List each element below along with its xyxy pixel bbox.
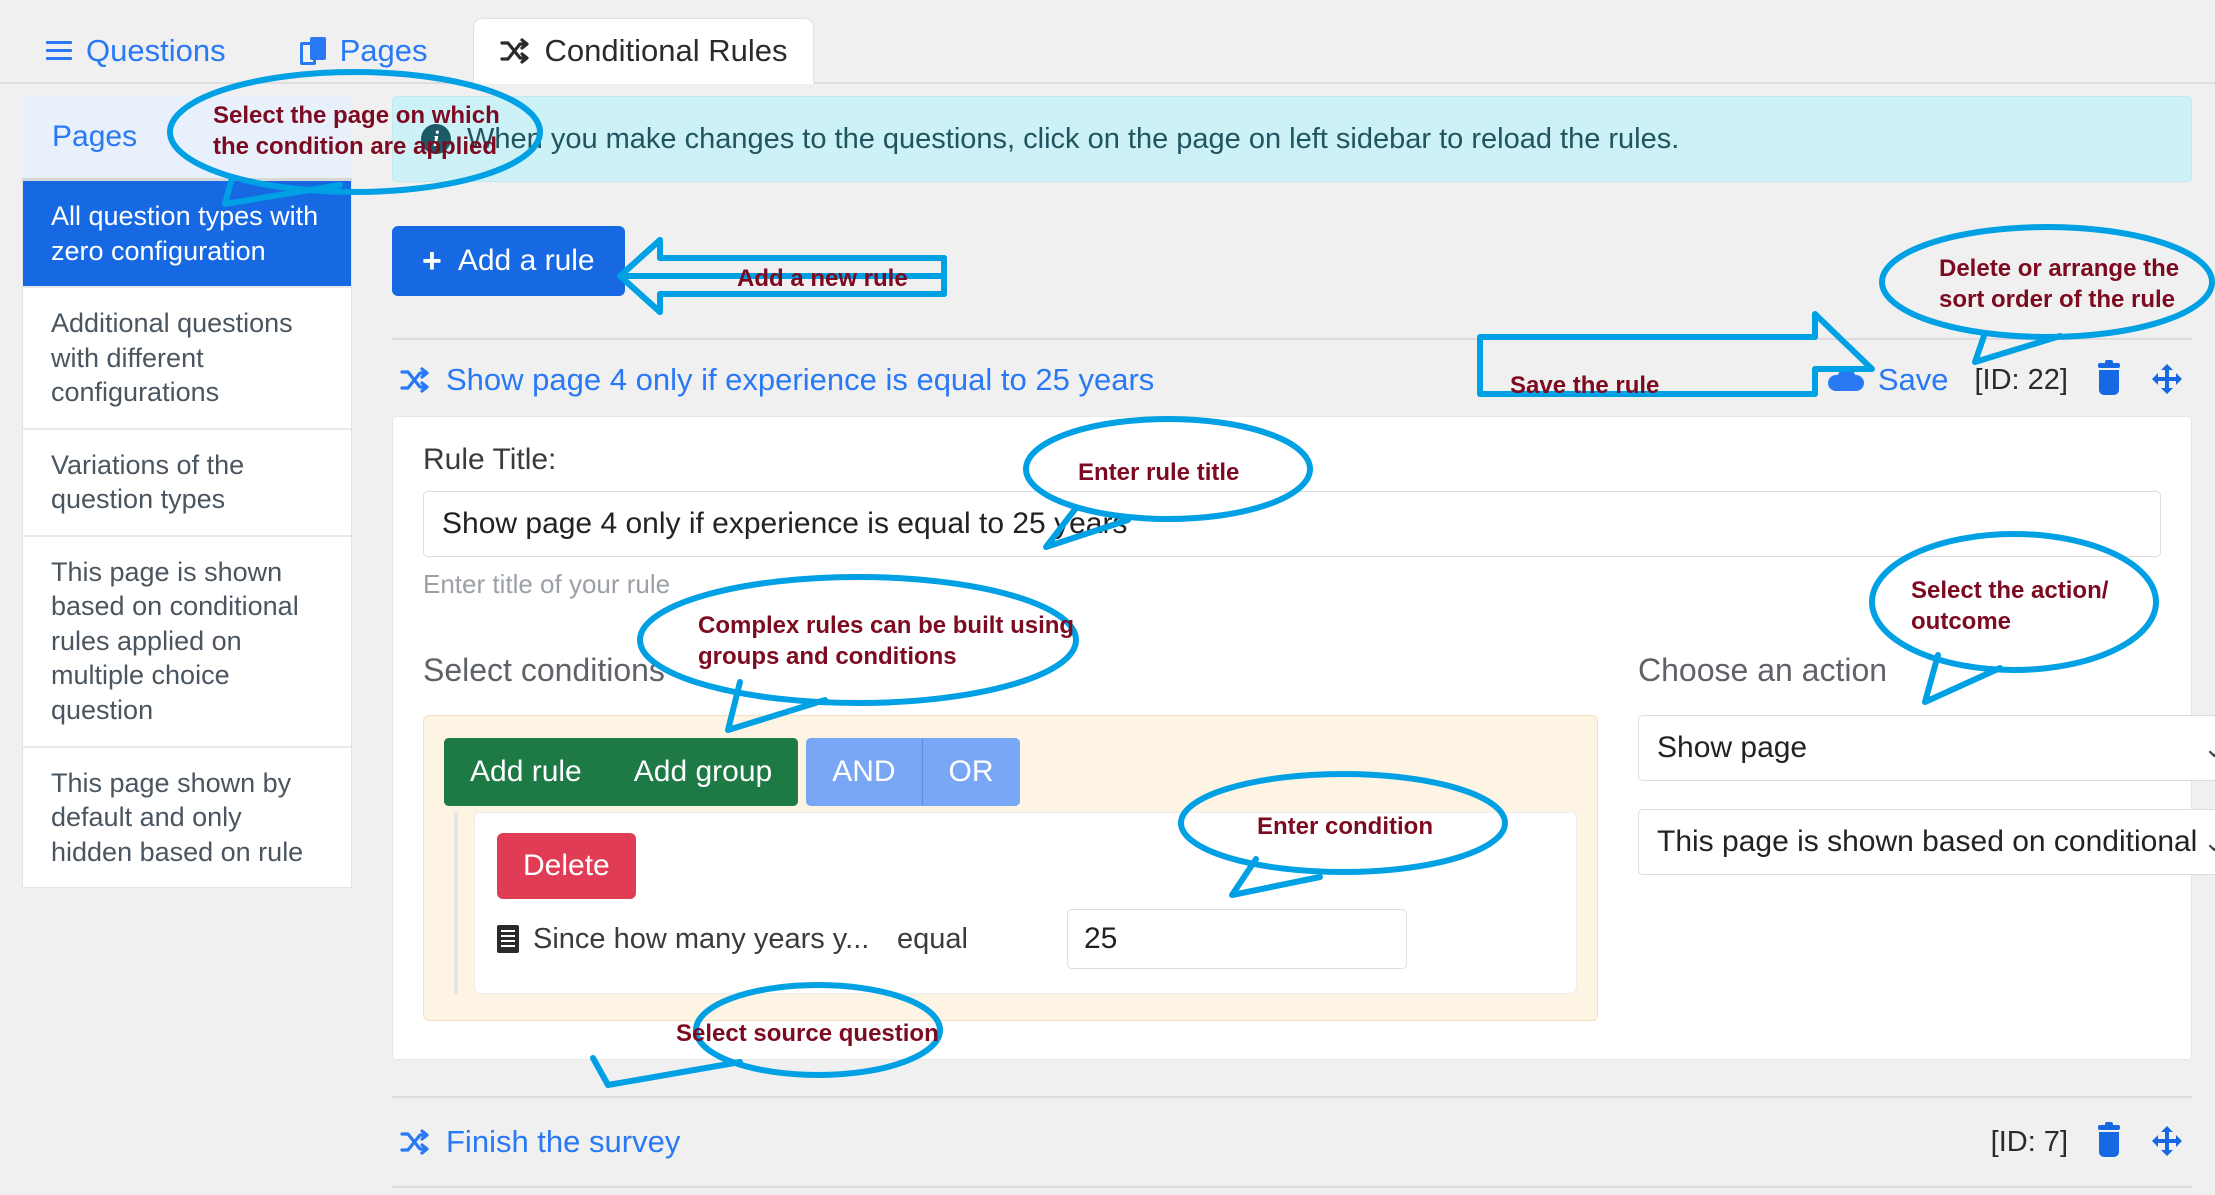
action-column: Choose an action Show page ⌄ This page i… (1638, 652, 2215, 1021)
sidebar-item-all-question-types[interactable]: All question types with zero configurati… (23, 181, 351, 289)
delete-rule-icon[interactable] (2094, 1122, 2124, 1159)
conditions-column: Select conditions Add rule Add group AND… (423, 652, 1598, 1021)
sidebar-item-default-hidden-page[interactable]: This page shown by default and only hidd… (23, 747, 351, 888)
rule-actions-22: Save [ID: 22] (1827, 360, 2184, 398)
save-rule-button[interactable]: Save (1827, 362, 1949, 398)
qb-add-group-button[interactable]: Add group (607, 738, 799, 806)
shuffle-icon (400, 1129, 430, 1155)
qb-logic-button-group: AND OR (806, 738, 1020, 806)
hamburger-icon (46, 41, 72, 61)
rule-body-columns: Select conditions Add rule Add group AND… (423, 652, 2215, 1021)
rule-title-link-7[interactable]: Finish the survey (400, 1124, 680, 1160)
main-content: i When you make changes to the questions… (392, 96, 2215, 1195)
qb-add-rule-button[interactable]: Add rule (444, 738, 608, 806)
rule-row-7: Finish the survey [ID: 7] (392, 1098, 2192, 1186)
app-root: Questions Pages Conditional Rules Pages … (0, 0, 2215, 1195)
qb-delete-condition-button[interactable]: Delete (497, 833, 636, 899)
qb-operator-select[interactable]: equal (897, 923, 1067, 956)
top-tab-bar: Questions Pages Conditional Rules (0, 0, 2215, 84)
info-icon: i (421, 124, 451, 154)
shuffle-icon (500, 38, 530, 64)
qb-condition-row: Since how many years y... equal (497, 909, 1554, 969)
qb-add-button-group: Add rule Add group (444, 738, 799, 806)
action-type-value: Show page (1657, 731, 1808, 764)
cloud-save-icon (1827, 369, 1864, 391)
move-rule-icon[interactable] (2150, 363, 2184, 397)
sidebar-item-additional-questions[interactable]: Additional questions with different conf… (23, 288, 351, 430)
sidebar-page-list: All question types with zero configurati… (22, 181, 352, 889)
rule-title-input[interactable] (423, 491, 2161, 557)
chevron-down-icon: ⌄ (2203, 733, 2215, 764)
tab-conditional-rules-label: Conditional Rules (544, 33, 788, 68)
action-target-select[interactable]: This page is shown based on conditional … (1638, 809, 2215, 875)
tab-questions-label: Questions (86, 33, 226, 68)
rule-title-link-22[interactable]: Show page 4 only if experience is equal … (400, 362, 1154, 398)
query-builder-toolbar: Add rule Add group AND OR (444, 738, 1577, 806)
rule-title-text-7: Finish the survey (446, 1124, 681, 1159)
query-builder-rule-row: Delete Since how many years y... equal (474, 812, 1577, 994)
sidebar-title: Pages (22, 96, 352, 181)
add-a-rule-label: Add a rule (457, 244, 595, 277)
move-rule-icon[interactable] (2150, 1125, 2184, 1159)
chevron-down-icon: ⌄ (2203, 827, 2215, 858)
rule-title-text-22: Show page 4 only if experience is equal … (446, 362, 1155, 397)
pages-sidebar: Pages All question types with zero confi… (22, 96, 352, 889)
tab-questions[interactable]: Questions (18, 20, 254, 82)
rule-row-23: test [ID: 23] (392, 1188, 2192, 1195)
rule-actions-7: [ID: 7] (1990, 1122, 2184, 1159)
qb-field-select[interactable]: Since how many years y... (497, 923, 897, 956)
rule-id-badge-7: [ID: 7] (1990, 1125, 2068, 1158)
delete-rule-icon[interactable] (2094, 360, 2124, 397)
rule-editor-card-22: Rule Title: Enter title of your rule Sel… (392, 416, 2215, 1060)
qb-field-label: Since how many years y... (533, 922, 870, 955)
action-target-value: This page is shown based on conditional (1657, 825, 2198, 858)
rule-title-help-text: Enter title of your rule (423, 569, 671, 599)
tab-conditional-rules[interactable]: Conditional Rules (473, 18, 815, 84)
qb-or-button[interactable]: OR (921, 738, 1020, 806)
document-icon (497, 925, 519, 953)
qb-and-button[interactable]: AND (806, 738, 922, 806)
rule-id-badge-22: [ID: 22] (1974, 363, 2069, 396)
query-builder-body: Delete Since how many years y... equal (454, 812, 1577, 994)
tab-pages-label: Pages (339, 33, 428, 68)
plus-icon: + (422, 242, 442, 280)
query-builder: Add rule Add group AND OR Delete Since h… (423, 715, 1598, 1021)
tab-pages[interactable]: Pages (272, 20, 456, 82)
action-section-title: Choose an action (1638, 652, 1888, 688)
info-banner: i When you make changes to the questions… (392, 96, 2192, 182)
action-type-select[interactable]: Show page ⌄ (1638, 715, 2215, 781)
rule-title-field-label: Rule Title: (423, 443, 557, 476)
add-a-rule-button[interactable]: + Add a rule (392, 226, 625, 296)
sidebar-item-conditional-rules-page[interactable]: This page is shown based on conditional … (23, 536, 351, 748)
conditions-section-title: Select conditions (423, 652, 665, 688)
save-label: Save (1877, 362, 1949, 397)
pages-icon (299, 37, 326, 65)
rule-header-22: Show page 4 only if experience is equal … (392, 340, 2192, 416)
sidebar-item-variations[interactable]: Variations of the question types (23, 429, 351, 537)
info-banner-text: When you make changes to the questions, … (467, 122, 1680, 155)
shuffle-icon (400, 367, 430, 393)
qb-value-input[interactable] (1067, 909, 1407, 969)
